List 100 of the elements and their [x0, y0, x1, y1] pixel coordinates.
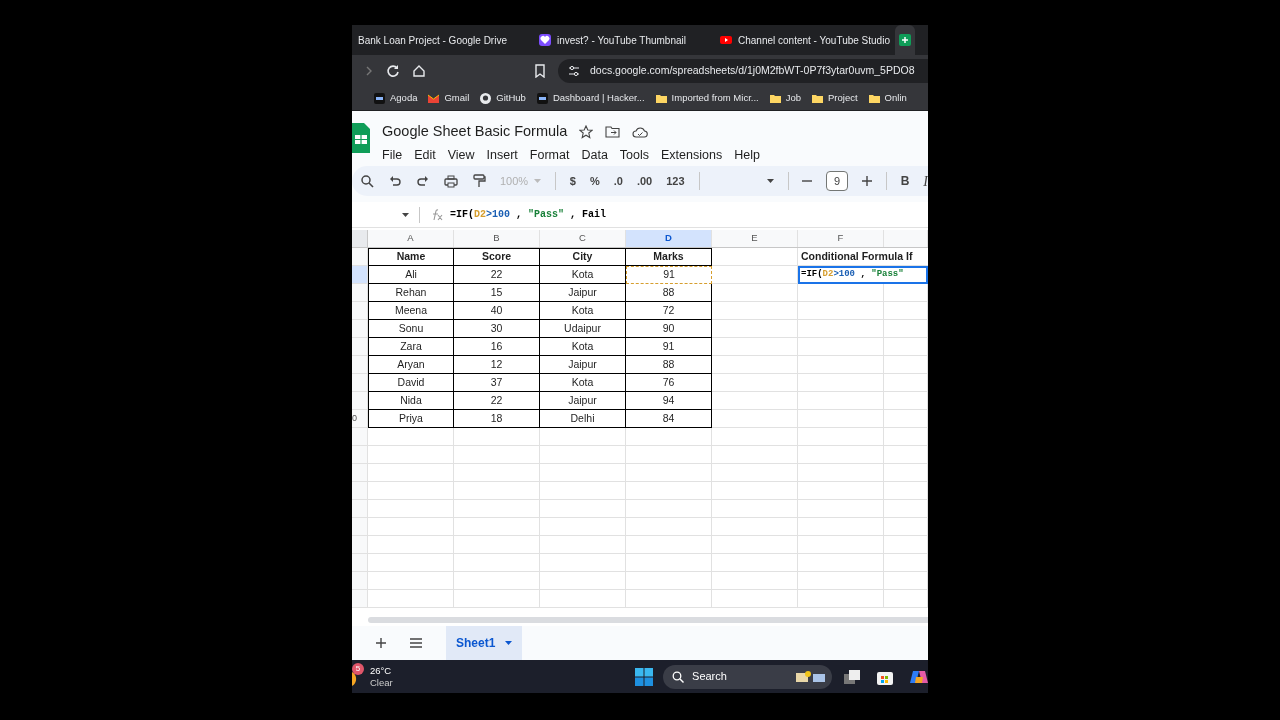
print-icon[interactable]: [444, 174, 458, 188]
row-header[interactable]: [352, 536, 368, 554]
select-all-corner[interactable]: [352, 230, 368, 247]
home-icon[interactable]: [412, 64, 426, 78]
column-header[interactable]: A: [368, 230, 454, 247]
grid-cell[interactable]: [798, 518, 884, 536]
row-header[interactable]: [352, 356, 368, 374]
menu-item[interactable]: Tools: [619, 145, 650, 165]
grid-cell[interactable]: [368, 482, 454, 500]
grid-cell[interactable]: [712, 320, 798, 338]
search-icon[interactable]: [360, 174, 374, 188]
row-header[interactable]: [352, 446, 368, 464]
grid-cell[interactable]: [368, 428, 454, 446]
grid-cell[interactable]: [712, 482, 798, 500]
undo-icon[interactable]: [388, 174, 402, 188]
grid-cell[interactable]: [540, 500, 626, 518]
grid-cell[interactable]: [454, 590, 540, 608]
all-sheets-icon[interactable]: [410, 638, 422, 648]
menu-item[interactable]: File: [382, 145, 403, 165]
browser-tab[interactable]: Bank Loan Project - Google Drive: [352, 25, 533, 55]
grid-cell[interactable]: [540, 572, 626, 590]
grid-cell[interactable]: [798, 356, 884, 374]
grid-cell[interactable]: [884, 320, 928, 338]
row-header[interactable]: 0: [352, 410, 368, 428]
grid-cell[interactable]: [454, 500, 540, 518]
grid-cell[interactable]: [712, 356, 798, 374]
grid-cell[interactable]: [798, 572, 884, 590]
percent-button[interactable]: %: [589, 172, 600, 190]
bookmark[interactable]: Gmail: [428, 91, 470, 106]
grid-cell[interactable]: [884, 590, 928, 608]
sheet-tab[interactable]: Sheet1: [446, 626, 523, 660]
grid-cell[interactable]: [712, 284, 798, 302]
grid-cell[interactable]: [884, 410, 928, 428]
grid-cell[interactable]: [884, 428, 928, 446]
horizontal-scrollbar[interactable]: [368, 617, 928, 623]
grid-cell[interactable]: [884, 374, 928, 392]
column-header[interactable]: B: [454, 230, 540, 247]
grid-cell[interactable]: [626, 464, 712, 482]
currency-button[interactable]: $: [569, 172, 576, 190]
grid-cell[interactable]: [884, 518, 928, 536]
row-header[interactable]: [352, 500, 368, 518]
grid-cell[interactable]: [712, 464, 798, 482]
grid-cell[interactable]: [798, 410, 884, 428]
column-header[interactable]: F: [798, 230, 884, 247]
grid-cell[interactable]: [540, 518, 626, 536]
grid-cell[interactable]: [798, 590, 884, 608]
bookmark[interactable]: Onlin: [868, 91, 907, 106]
grid-cell[interactable]: [454, 428, 540, 446]
row-header[interactable]: [352, 374, 368, 392]
row-header[interactable]: [352, 482, 368, 500]
menu-item[interactable]: Edit: [414, 145, 436, 165]
font-caret-icon[interactable]: [766, 179, 774, 183]
grid-cell[interactable]: [798, 482, 884, 500]
bookmark[interactable]: Agoda: [374, 91, 418, 106]
grid-cell[interactable]: [626, 428, 712, 446]
grid-cell[interactable]: [798, 320, 884, 338]
grid-cell[interactable]: [884, 446, 928, 464]
grid-cell[interactable]: [540, 446, 626, 464]
document-title[interactable]: Google Sheet Basic Formula: [382, 121, 568, 143]
italic-button[interactable]: I: [923, 170, 928, 192]
grid-cell[interactable]: [712, 536, 798, 554]
start-icon[interactable]: [635, 667, 654, 686]
grid-cell[interactable]: [712, 554, 798, 572]
grid-cell[interactable]: [712, 392, 798, 410]
row-header[interactable]: [352, 590, 368, 608]
grid-cell[interactable]: [798, 392, 884, 410]
grid-cell[interactable]: [540, 482, 626, 500]
row-header[interactable]: [352, 248, 368, 266]
grid-cell[interactable]: [368, 464, 454, 482]
grid-cell[interactable]: [884, 392, 928, 410]
menu-item[interactable]: View: [447, 145, 475, 165]
grid-cell[interactable]: [368, 518, 454, 536]
grid-cell[interactable]: [626, 572, 712, 590]
grid-cell[interactable]: [368, 554, 454, 572]
menu-item[interactable]: Data: [581, 145, 608, 165]
grid-cell[interactable]: [626, 482, 712, 500]
grid-cell[interactable]: [884, 572, 928, 590]
add-sheet-icon[interactable]: [376, 638, 386, 648]
paint-roller-icon[interactable]: [472, 174, 486, 188]
row-header[interactable]: [352, 392, 368, 410]
grid-cell[interactable]: [884, 302, 928, 320]
redo-icon[interactable]: [416, 174, 430, 188]
row-header[interactable]: [352, 320, 368, 338]
grid-cell[interactable]: [798, 554, 884, 572]
increase-decimal-button[interactable]: .00: [636, 172, 653, 190]
grid-cell[interactable]: [798, 338, 884, 356]
grid-cell[interactable]: [712, 338, 798, 356]
number-format-button[interactable]: 123: [666, 172, 685, 190]
menu-item[interactable]: Format: [529, 145, 570, 165]
grid-cell[interactable]: [626, 518, 712, 536]
grid-cell[interactable]: [712, 374, 798, 392]
bookmark[interactable]: Project: [812, 91, 858, 106]
bookmark-icon[interactable]: [534, 64, 546, 78]
browser-tab[interactable]: invest? - YouTube Thumbnail: [533, 25, 714, 55]
plus-icon[interactable]: [861, 176, 872, 186]
grid-cell[interactable]: [368, 536, 454, 554]
grid-cell[interactable]: [798, 536, 884, 554]
column-header[interactable]: D: [626, 230, 712, 247]
grid-cell[interactable]: [884, 284, 928, 302]
grid-cell[interactable]: [712, 572, 798, 590]
